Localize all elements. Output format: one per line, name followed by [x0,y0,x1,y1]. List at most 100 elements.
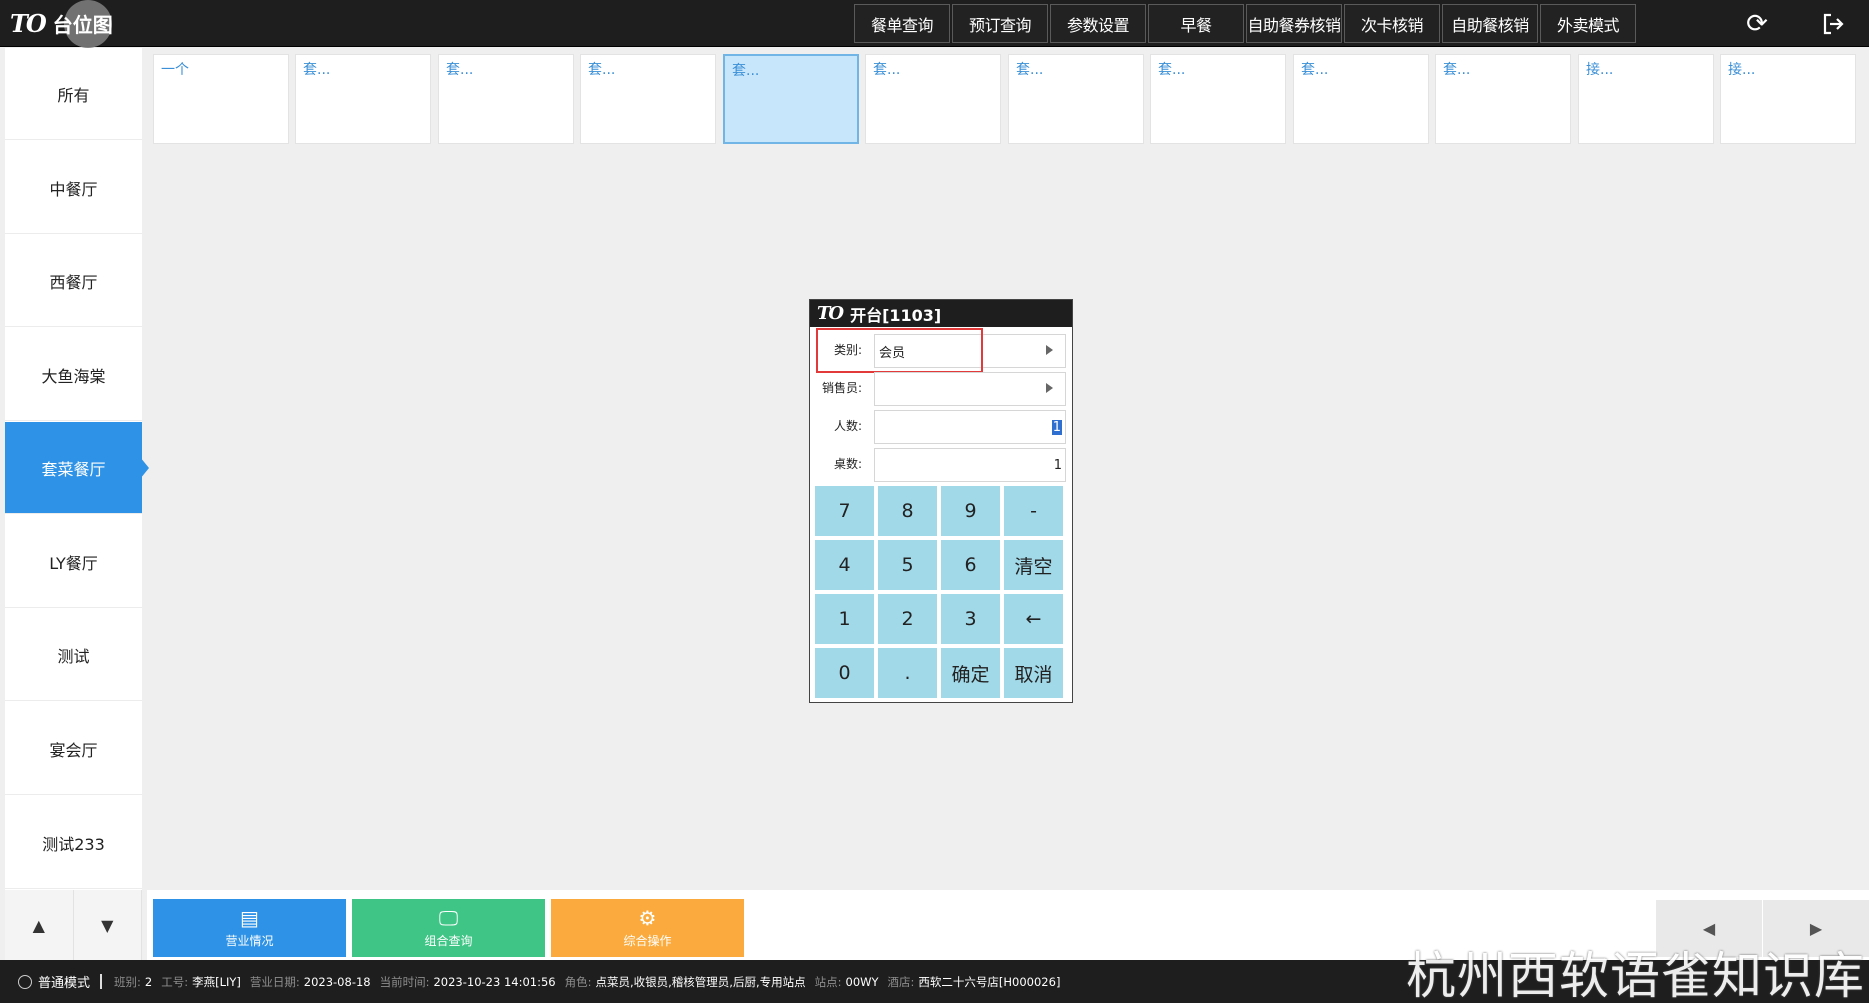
station-label: 站点: [814,974,842,989]
guests-row: 人数: 1 [810,408,1072,444]
combined-query-button[interactable]: 🖵 组合查询 [352,899,545,957]
guests-value: 1 [1051,419,1062,435]
key-minus[interactable]: - [1004,486,1063,536]
numeric-keypad: 7 8 9 - 4 5 6 清空 1 2 3 ← 0 . 确定 取消 [815,486,1068,698]
next-page-icon[interactable]: ▶ [1763,900,1869,957]
backspace-button[interactable]: ← [1004,594,1063,644]
dialog-title-bar: TO 开台[1103] [810,300,1072,327]
dialog-logo-mark: TO [817,303,844,324]
sidebar-scroll: ▲ ▼ [5,890,142,960]
user-icon [18,974,32,989]
table-card[interactable]: 套... [295,54,431,144]
key-0[interactable]: 0 [815,648,874,698]
key-2[interactable]: 2 [878,594,937,644]
table-card[interactable]: 套... [1435,54,1571,144]
table-card[interactable]: 套... [1150,54,1286,144]
nav-times-card[interactable]: 次卡核销 [1344,4,1440,43]
key-4[interactable]: 4 [815,540,874,590]
confirm-button[interactable]: 确定 [941,648,1000,698]
nav-settings[interactable]: 参数设置 [1050,4,1146,43]
guests-label: 人数: [833,418,862,433]
table-card-selected[interactable]: 套... [723,54,859,144]
key-dot[interactable]: . [878,648,937,698]
role-label: 角色: [564,974,592,989]
caret-right-icon [1046,345,1053,355]
divider [100,974,103,989]
shift-value: 2 [144,974,153,989]
table-card[interactable]: 套... [865,54,1001,144]
key-5[interactable]: 5 [878,540,937,590]
business-status-label: 营业情况 [225,933,274,948]
table-label: 接... [1586,62,1614,78]
logo-mark: TO [10,8,47,38]
combined-query-label: 组合查询 [424,933,473,948]
general-operations-button[interactable]: ⚙ 综合操作 [551,899,744,957]
table-card[interactable]: 套... [1008,54,1144,144]
table-card[interactable]: 套... [438,54,574,144]
nav-buffet-voucher[interactable]: 自助餐券核销 [1246,4,1342,43]
scroll-down-icon[interactable]: ▼ [74,890,142,960]
general-operations-label: 综合操作 [623,933,672,948]
key-1[interactable]: 1 [815,594,874,644]
table-label: 套... [303,62,331,78]
user-gear-icon: ⚙ [638,905,657,930]
table-label: 一个 [161,62,189,78]
business-status-button[interactable]: ▤ 营业情况 [153,899,346,957]
sidebar-item-test[interactable]: 测试 [5,609,142,701]
area-sidebar: 所有 中餐厅 西餐厅 大鱼海棠 套菜餐厅 LY餐厅 测试 宴会厅 测试233 [5,48,149,890]
table-card[interactable]: 套... [1293,54,1429,144]
table-card[interactable]: 接... [1720,54,1856,144]
table-card[interactable]: 一个 [153,54,289,144]
category-row: 类别: 会员 [810,332,1072,368]
sidebar-item-banquet[interactable]: 宴会厅 [5,703,142,795]
app-title[interactable]: 台位图 [53,9,113,38]
table-card[interactable]: 接... [1578,54,1714,144]
table-label: 套... [1301,62,1329,78]
app-logo: TO 台位图 [10,0,113,48]
refresh-icon[interactable]: ⟳ [1742,9,1772,39]
salesperson-row: 销售员: [810,370,1072,406]
nav-buffet-verify[interactable]: 自助餐核销 [1442,4,1538,43]
sidebar-item-chinese[interactable]: 中餐厅 [5,142,142,234]
nav-takeout-mode[interactable]: 外卖模式 [1540,4,1636,43]
category-select[interactable]: 会员 [874,334,1066,368]
open-table-dialog: TO 开台[1103] 类别: 会员 销售员: 人数: 1 桌数: 1 7 8 … [809,299,1073,703]
key-7[interactable]: 7 [815,486,874,536]
table-label: 套... [1016,62,1044,78]
table-label: 套... [1443,62,1471,78]
action-bar: ▤ 营业情况 🖵 组合查询 ⚙ 综合操作 ◀ ▶ [147,890,1869,960]
nav-breakfast[interactable]: 早餐 [1148,4,1244,43]
table-label: 套... [873,62,901,78]
sidebar-item-western[interactable]: 西餐厅 [5,235,142,327]
nav-menu-query[interactable]: 餐单查询 [854,4,950,43]
key-6[interactable]: 6 [941,540,1000,590]
shift-label: 班别: [114,974,141,989]
table-label: 套... [588,62,616,78]
sidebar-item-all[interactable]: 所有 [5,48,142,140]
tables-count-input[interactable]: 1 [874,448,1066,482]
top-nav: 餐单查询 预订查询 参数设置 早餐 自助餐券核销 次卡核销 自助餐核销 外卖模式 [854,4,1636,43]
key-3[interactable]: 3 [941,594,1000,644]
top-bar: TO 台位图 餐单查询 预订查询 参数设置 早餐 自助餐券核销 次卡核销 自助餐… [0,0,1869,48]
sidebar-item-dayuhaitang[interactable]: 大鱼海棠 [5,329,142,421]
scroll-up-icon[interactable]: ▲ [5,890,74,960]
salesperson-select[interactable] [874,372,1066,406]
logout-icon[interactable] [1818,9,1848,39]
table-card[interactable]: 套... [580,54,716,144]
business-date-value: 2023-08-18 [303,974,371,989]
guests-input[interactable]: 1 [874,410,1066,444]
cancel-button[interactable]: 取消 [1004,648,1063,698]
nav-booking-query[interactable]: 预订查询 [952,4,1048,43]
monitor-icon: 🖵 [438,905,459,930]
key-8[interactable]: 8 [878,486,937,536]
caret-right-icon [1046,383,1053,393]
prev-page-icon[interactable]: ◀ [1656,900,1762,957]
sidebar-item-test233[interactable]: 测试233 [5,797,142,889]
dialog-title: 开台[1103] [850,305,942,325]
hotel-value: 西软二十六号店[H000026] [918,974,1061,989]
role-value: 点菜员,收银员,稽核管理员,后厨,专用站点 [595,974,806,989]
key-9[interactable]: 9 [941,486,1000,536]
sidebar-item-set-menu[interactable]: 套菜餐厅 [5,422,149,514]
sidebar-item-ly[interactable]: LY餐厅 [5,516,142,608]
clear-button[interactable]: 清空 [1004,540,1063,590]
